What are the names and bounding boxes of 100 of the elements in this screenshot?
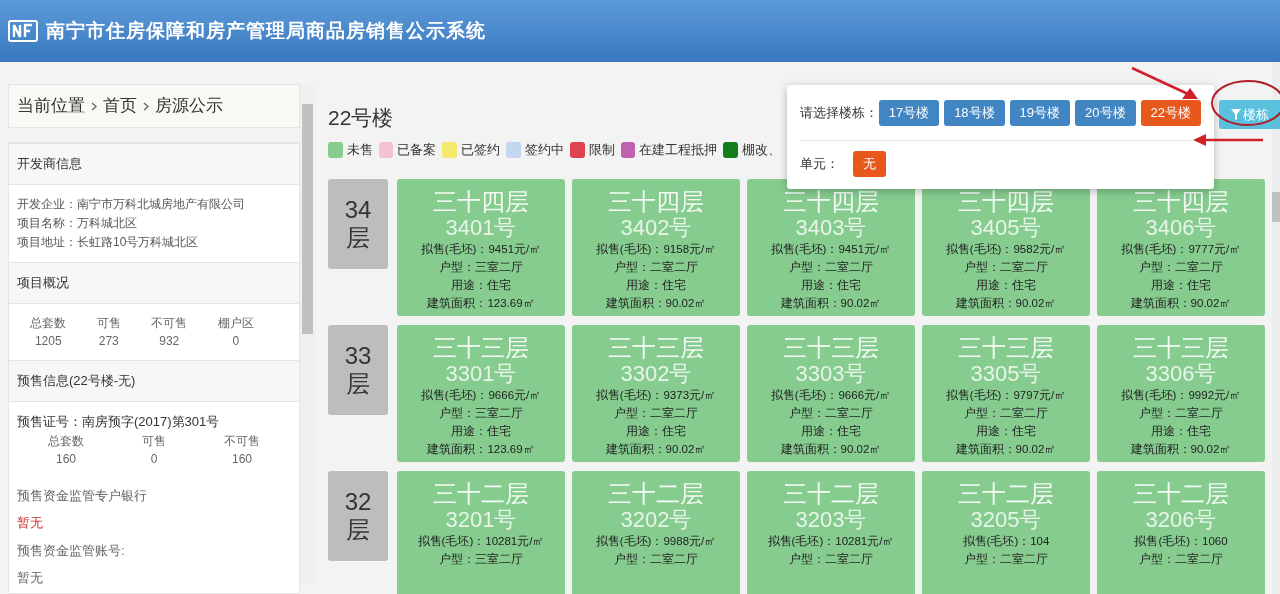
- unit-card[interactable]: 三十二层 3205号 拟售(毛坯)：104 户型：二室二厅: [922, 471, 1090, 594]
- stat-value: 0: [150, 450, 158, 468]
- unit-detail: 拟售(毛坯)：9666元/㎡: [770, 388, 892, 403]
- unit-detail: 建筑面积：90.02㎡: [780, 296, 882, 311]
- room-number: 3202号: [620, 508, 692, 532]
- logo-icon: [8, 18, 38, 44]
- unit-detail: 建筑面积：123.69㎡: [427, 296, 535, 311]
- room-number: 3206号: [1145, 508, 1217, 532]
- floor-name: 三十四层: [783, 188, 879, 216]
- unit-detail: 拟售(毛坯)：9158元/㎡: [595, 242, 717, 257]
- stat-value: 932: [159, 333, 180, 350]
- stat-value: 1205: [34, 333, 62, 350]
- unit-label: 单元：: [800, 155, 840, 174]
- floor-name: 三十三层: [783, 334, 879, 362]
- breadcrumb-link[interactable]: 房源公示: [155, 93, 223, 119]
- unit-detail: 建筑面积：90.02㎡: [1130, 442, 1232, 457]
- building-title: 22号楼: [328, 105, 394, 132]
- unit-card[interactable]: 三十三层 3301号 拟售(毛坯)：9666元/㎡ 户型：三室二厅 用途：住宅 建筑面积：123.69㎡: [397, 325, 565, 462]
- unit-detail: 建筑面积：90.02㎡: [955, 442, 1057, 457]
- room-number: 3301号: [445, 362, 517, 386]
- unit-detail: 户型：二室二厅: [1139, 406, 1223, 421]
- unit-detail: 拟售(毛坯)：10281元/㎡: [767, 534, 895, 549]
- unit-detail: 户型：二室二厅: [614, 406, 698, 421]
- unit-card[interactable]: 三十三层 3302号 拟售(毛坯)：9373元/㎡ 户型：二室二厅 用途：住宅 建筑面积：90.02㎡: [572, 325, 740, 462]
- floor-label: 33 层: [328, 325, 388, 415]
- unit-detail: 户型：二室二厅: [789, 552, 873, 567]
- unit-card[interactable]: 三十四层 3402号 拟售(毛坯)：9158元/㎡ 户型：二室二厅 用途：住宅 建筑面积：90.02㎡: [572, 179, 740, 316]
- building-button[interactable]: 20号楼: [1075, 99, 1136, 126]
- unit-detail: 拟售(毛坯)：9373元/㎡: [595, 388, 717, 403]
- legend-label: 棚改、: [742, 141, 782, 160]
- room-number: 3405号: [970, 216, 1042, 240]
- legend-label: 在建工程抵押: [639, 141, 718, 160]
- scrollbar-thumb[interactable]: [302, 104, 313, 334]
- unit-detail: 户型：二室二厅: [789, 260, 873, 275]
- unit-card[interactable]: 三十二层 3202号 拟售(毛坯)：9988元/㎡ 户型：二室二厅: [572, 471, 740, 594]
- room-number: 3403号: [795, 216, 867, 240]
- unit-card[interactable]: 三十二层 3201号 拟售(毛坯)：10281元/㎡ 户型：三室二厅: [397, 471, 565, 594]
- breadcrumb-label: 当前位置: [17, 95, 85, 118]
- legend-label: 签约中: [524, 141, 564, 160]
- breadcrumb-link[interactable]: 首页: [103, 93, 137, 119]
- unit-detail: 建筑面积：90.02㎡: [1130, 296, 1232, 311]
- unit-card[interactable]: 三十三层 3305号 拟售(毛坯)：9797元/㎡ 户型：二室二厅 用途：住宅 建筑面积：90.02㎡: [922, 325, 1090, 462]
- unit-detail: 用途：住宅: [626, 424, 686, 439]
- building-button[interactable]: 22号楼: [1140, 99, 1201, 126]
- unit-detail: 拟售(毛坯)：9797元/㎡: [945, 388, 1067, 403]
- unit-detail: 用途：住宅: [451, 278, 511, 293]
- unit-detail: 拟售(毛坯)：9451元/㎡: [420, 242, 542, 257]
- unit-card[interactable]: 三十四层 3401号 拟售(毛坯)：9451元/㎡ 户型：三室二厅 用途：住宅 建筑面积：123.69㎡: [397, 179, 565, 316]
- legend-label: 限制: [588, 141, 615, 160]
- unit-card[interactable]: 三十二层 3203号 拟售(毛坯)：10281元/㎡ 户型：二室二厅: [747, 471, 915, 594]
- unit-detail: 建筑面积：90.02㎡: [605, 442, 707, 457]
- room-number: 3302号: [620, 362, 692, 386]
- unit-detail: 用途：住宅: [976, 278, 1036, 293]
- building-button[interactable]: 17号楼: [878, 99, 940, 126]
- room-number: 3401号: [445, 216, 517, 240]
- building-button[interactable]: 19号楼: [1009, 99, 1071, 126]
- unit-card[interactable]: 三十三层 3306号 拟售(毛坯)：9992元/㎡ 户型：二室二厅 用途：住宅 建筑面积：90.02㎡: [1097, 325, 1265, 462]
- room-number: 3203号: [795, 508, 867, 532]
- unit-detail: 拟售(毛坯)：9451元/㎡: [770, 242, 892, 257]
- unit-detail: 用途：住宅: [1151, 424, 1211, 439]
- annotation-arrow: [1192, 134, 1264, 146]
- building-button[interactable]: 18号楼: [944, 99, 1005, 126]
- legend-label: 未售: [346, 141, 373, 160]
- unit-card[interactable]: 三十四层 3406号 拟售(毛坯)：9777元/㎡ 户型：二室二厅 用途：住宅 建筑面积：90.02㎡: [1097, 179, 1265, 316]
- floor-name: 三十二层: [958, 480, 1054, 508]
- floor-name: 三十二层: [783, 480, 879, 508]
- stat-label: 不可售: [224, 432, 260, 450]
- unit-detail: 户型：二室二厅: [1139, 552, 1223, 567]
- stat-label: 不可售: [151, 315, 188, 332]
- unit-card[interactable]: 三十二层 3206号 拟售(毛坯)：1060 户型：二室二厅: [1097, 471, 1265, 594]
- room-number: 3305号: [970, 362, 1042, 386]
- chevron-icon: [91, 101, 97, 111]
- unit-detail: 户型：二室二厅: [964, 406, 1048, 421]
- unit-card[interactable]: 三十四层 3403号 拟售(毛坯)：9451元/㎡ 户型：二室二厅 用途：住宅 建筑面积：90.02㎡: [747, 179, 915, 316]
- unit-detail: 户型：二室二厅: [614, 260, 698, 275]
- unit-detail: 户型：三室二厅: [439, 406, 523, 421]
- unit-button[interactable]: 无: [853, 151, 886, 177]
- field-value: 暂无: [16, 569, 44, 587]
- site-title: 南宁市住房保障和房产管理局商品房销售公示系统: [46, 18, 486, 43]
- room-number: 3306号: [1145, 362, 1217, 386]
- unit-detail: 户型：二室二厅: [789, 406, 873, 421]
- unit-detail: 户型：三室二厅: [439, 260, 523, 275]
- unit-detail: 建筑面积：123.69㎡: [427, 442, 535, 457]
- legend-label: 已签约: [461, 141, 501, 160]
- floor-label: 34 层: [328, 179, 388, 269]
- unit-detail: 户型：二室二厅: [964, 260, 1048, 275]
- floor-name: 三十三层: [608, 334, 704, 362]
- unit-detail: 建筑面积：90.02㎡: [780, 442, 882, 457]
- unit-detail: 拟售(毛坯)：9666元/㎡: [420, 388, 542, 403]
- stat-label: 总套数: [30, 315, 67, 332]
- scrollbar-thumb[interactable]: [1272, 192, 1280, 222]
- unit-detail: 拟售(毛坯)：9992元/㎡: [1120, 388, 1242, 403]
- room-number: 3303号: [795, 362, 867, 386]
- unit-card[interactable]: 三十三层 3303号 拟售(毛坯)：9666元/㎡ 户型：二室二厅 用途：住宅 建筑面积：90.02㎡: [747, 325, 915, 462]
- unit-detail: 用途：住宅: [626, 278, 686, 293]
- floor-name: 三十四层: [958, 188, 1054, 216]
- field-text: 开发企业：南宁市万科北城房地产有限公司: [17, 196, 246, 213]
- filter-icon: [1231, 109, 1241, 120]
- floor-name: 三十四层: [608, 188, 704, 216]
- room-number: 3201号: [445, 508, 517, 532]
